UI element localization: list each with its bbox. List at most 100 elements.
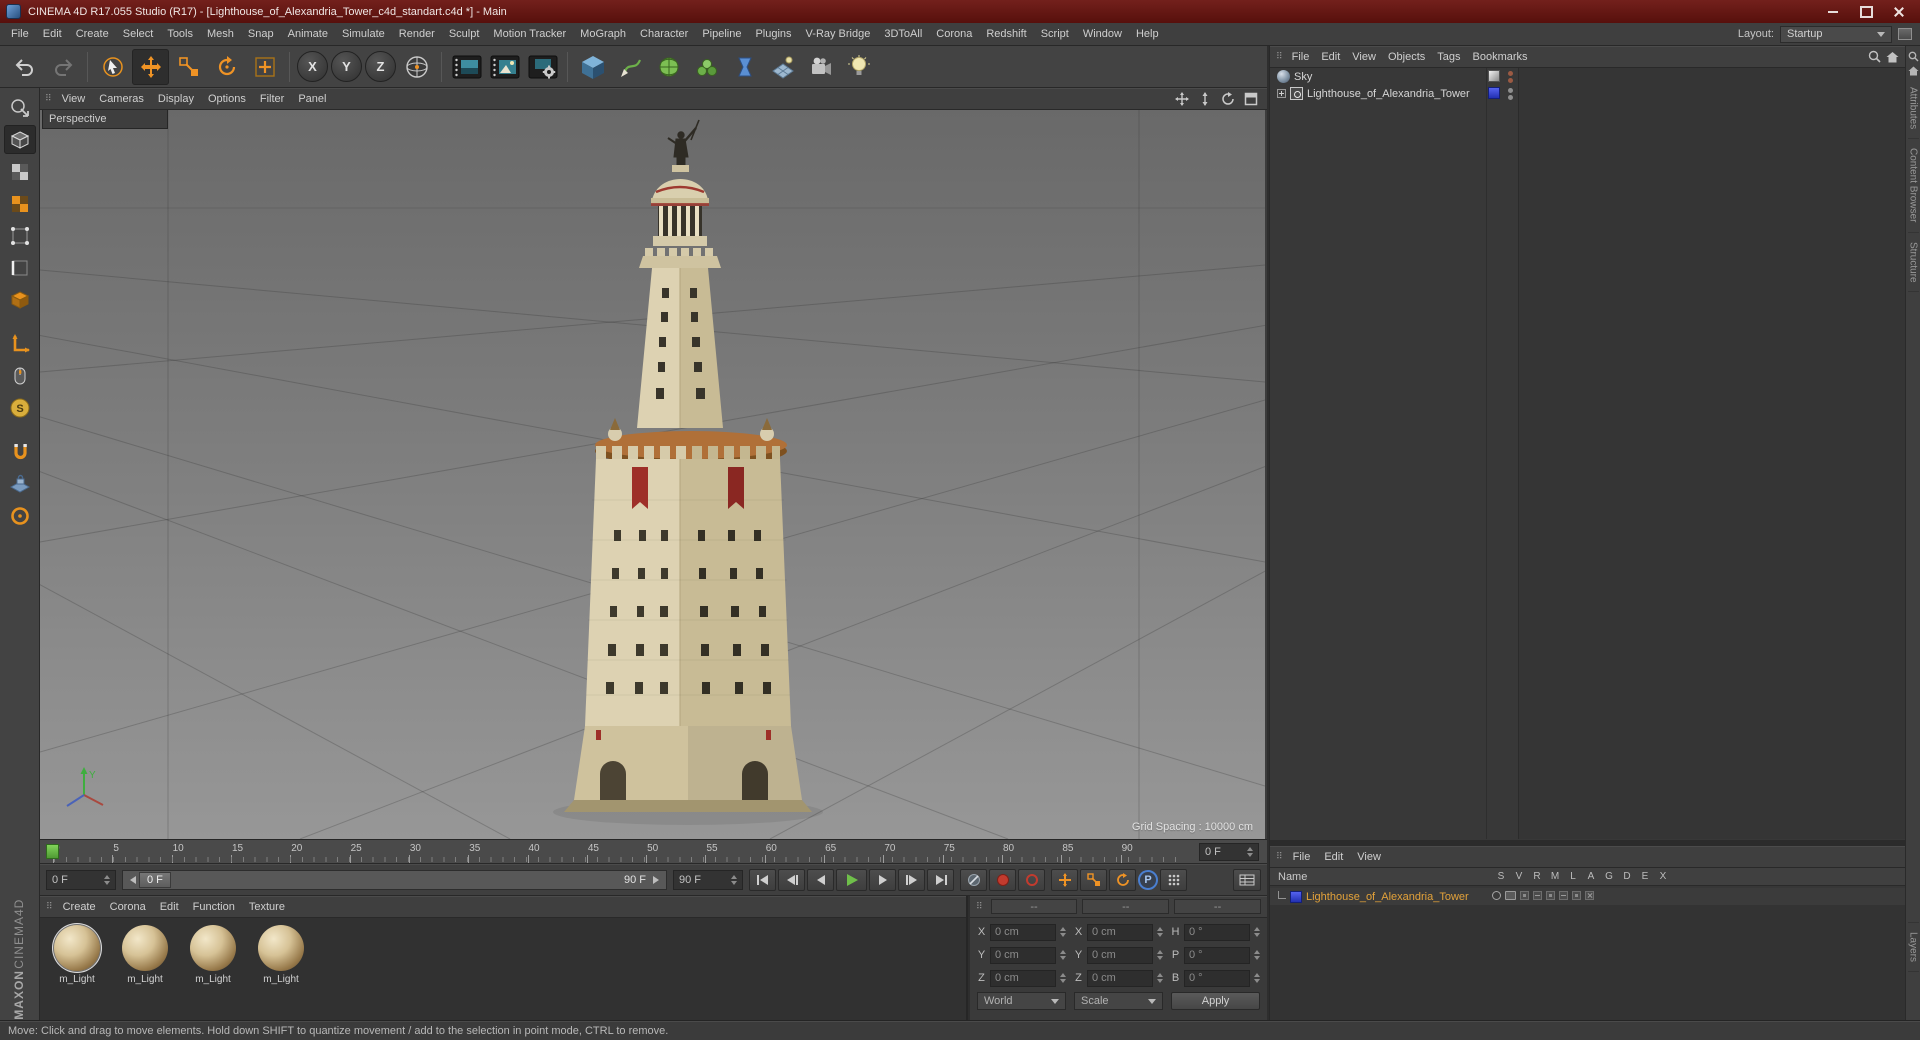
apply-button[interactable]: Apply — [1171, 992, 1260, 1010]
points-mode-button[interactable] — [4, 221, 36, 250]
menu-item[interactable]: Window — [1076, 28, 1129, 40]
panel-grip-icon[interactable]: ⠿ — [45, 93, 52, 104]
texture-mode-button[interactable] — [4, 157, 36, 186]
viewport-solo-button[interactable]: S — [4, 393, 36, 422]
object-row-sky[interactable]: Sky — [1270, 68, 1905, 85]
add-primitive-button[interactable] — [574, 49, 611, 85]
timeline-ruler[interactable]: 051015202530354045505560657075808590 0 F — [40, 840, 1267, 864]
panel-grip-icon[interactable]: ⠿ — [1276, 51, 1283, 62]
viewport-menu-item[interactable]: Panel — [291, 93, 333, 105]
menu-item[interactable]: Motion Tracker — [486, 28, 573, 40]
menu-item[interactable]: Corona — [929, 28, 979, 40]
scrub-right-arrow-icon[interactable] — [653, 875, 663, 884]
material-item[interactable]: m_Light — [253, 925, 309, 985]
next-key-button[interactable] — [898, 868, 925, 891]
undo-button[interactable] — [6, 49, 43, 85]
redo-button[interactable] — [44, 49, 81, 85]
rotate-view-icon[interactable] — [1219, 91, 1237, 107]
menu-item[interactable]: MoGraph — [573, 28, 633, 40]
row-option-icon[interactable] — [1572, 891, 1581, 900]
viewport-menu-item[interactable]: Options — [201, 93, 253, 105]
search-icon[interactable] — [1868, 50, 1881, 63]
object-manager-menu-item[interactable]: File — [1286, 51, 1316, 63]
workplane-button[interactable] — [4, 469, 36, 498]
viewport-menu-item[interactable]: Cameras — [92, 93, 151, 105]
coord-field[interactable]: 0 cm — [1087, 969, 1153, 987]
layer-column-letter[interactable]: L — [1564, 871, 1582, 882]
row-option-icon[interactable] — [1533, 891, 1542, 900]
object-manager-menu-item[interactable]: Objects — [1382, 51, 1431, 63]
record-objects-button[interactable] — [989, 868, 1016, 891]
stepper-icon[interactable] — [1157, 973, 1163, 983]
coord-field[interactable]: 0 ° — [1184, 946, 1250, 964]
key-parameter-button[interactable]: P — [1138, 869, 1158, 890]
prev-key-button[interactable] — [778, 868, 805, 891]
object-manager-menu-item[interactable]: Edit — [1315, 51, 1346, 63]
pan-view-icon[interactable] — [1173, 91, 1191, 107]
coordinates-mode-select[interactable]: -- — [1174, 899, 1261, 914]
menu-item[interactable]: Simulate — [335, 28, 392, 40]
object-name[interactable]: Sky — [1294, 71, 1312, 83]
start-frame-field[interactable]: 0 F — [46, 869, 116, 890]
row-option-icon[interactable] — [1520, 891, 1529, 900]
stepper-icon[interactable] — [1157, 927, 1163, 937]
light-button[interactable] — [840, 49, 877, 85]
material-item[interactable]: m_Light — [49, 925, 105, 985]
camera-button[interactable] — [802, 49, 839, 85]
layer-column-letter[interactable]: D — [1618, 871, 1636, 882]
deformer-button[interactable] — [726, 49, 763, 85]
panel-grip-icon[interactable]: ⠿ — [976, 901, 983, 912]
scale-tool-button[interactable] — [170, 49, 207, 85]
layout-customize-icon[interactable] — [1898, 28, 1912, 40]
stepper-icon[interactable] — [731, 874, 737, 885]
material-menu-item[interactable]: Function — [186, 901, 242, 913]
menu-item[interactable]: File — [4, 28, 36, 40]
scrub-left-arrow-icon[interactable] — [126, 875, 136, 884]
enable-axis-button[interactable] — [4, 329, 36, 358]
menu-item[interactable]: Select — [116, 28, 161, 40]
toggle-view-icon[interactable] — [1242, 91, 1260, 107]
menu-item[interactable]: 3DToAll — [877, 28, 929, 40]
object-name[interactable]: Lighthouse_of_Alexandria_Tower — [1307, 88, 1470, 100]
keyframe-off-button[interactable] — [960, 868, 987, 891]
key-scale-button[interactable] — [1080, 868, 1107, 891]
subdivision-surface-button[interactable] — [650, 49, 687, 85]
key-position-button[interactable] — [1051, 868, 1078, 891]
visibility-dots[interactable] — [1508, 71, 1513, 83]
render-view-button[interactable] — [448, 49, 485, 85]
coordinates-mode-select[interactable]: -- — [990, 899, 1078, 914]
material-menu-item[interactable]: Create — [56, 901, 103, 913]
layer-column-letter[interactable]: X — [1654, 871, 1672, 882]
goto-end-button[interactable] — [927, 868, 954, 891]
dock-tab[interactable]: Structure — [1907, 233, 1919, 293]
stepper-icon[interactable] — [1254, 950, 1260, 960]
prev-frame-button[interactable] — [807, 868, 834, 891]
object-manager-menu-item[interactable]: Bookmarks — [1467, 51, 1534, 63]
zoom-view-icon[interactable] — [1196, 91, 1214, 107]
coord-field[interactable]: 0 cm — [1087, 946, 1153, 964]
coordinates-mode-select[interactable]: -- — [1082, 899, 1170, 914]
snap-button[interactable] — [4, 437, 36, 466]
layout-select[interactable]: Startup — [1780, 25, 1892, 43]
polygons-mode-button[interactable] — [4, 285, 36, 314]
stepper-icon[interactable] — [1254, 973, 1260, 983]
menu-item[interactable]: Script — [1034, 28, 1076, 40]
stepper-icon[interactable] — [104, 874, 110, 885]
menu-item[interactable]: V-Ray Bridge — [799, 28, 878, 40]
viewport-menu-item[interactable]: View — [55, 93, 93, 105]
menu-item[interactable]: Render — [392, 28, 442, 40]
dock-tab-layers[interactable]: Layers — [1907, 921, 1919, 972]
layer-browser-menu-item[interactable]: View — [1350, 851, 1388, 863]
quantize-button[interactable] — [4, 501, 36, 530]
stepper-icon[interactable] — [1060, 950, 1066, 960]
layer-column-letter[interactable]: G — [1600, 871, 1618, 882]
menu-item[interactable]: Animate — [281, 28, 335, 40]
home-icon[interactable] — [1908, 66, 1919, 76]
viewport-menu-item[interactable]: Display — [151, 93, 201, 105]
material-item[interactable]: m_Light — [117, 925, 173, 985]
model-mode-button[interactable] — [3, 125, 36, 154]
visibility-dots[interactable] — [1508, 88, 1513, 100]
phong-tag-icon[interactable] — [1488, 87, 1500, 99]
layer-browser-menu-item[interactable]: Edit — [1317, 851, 1350, 863]
menu-item[interactable]: Snap — [241, 28, 281, 40]
